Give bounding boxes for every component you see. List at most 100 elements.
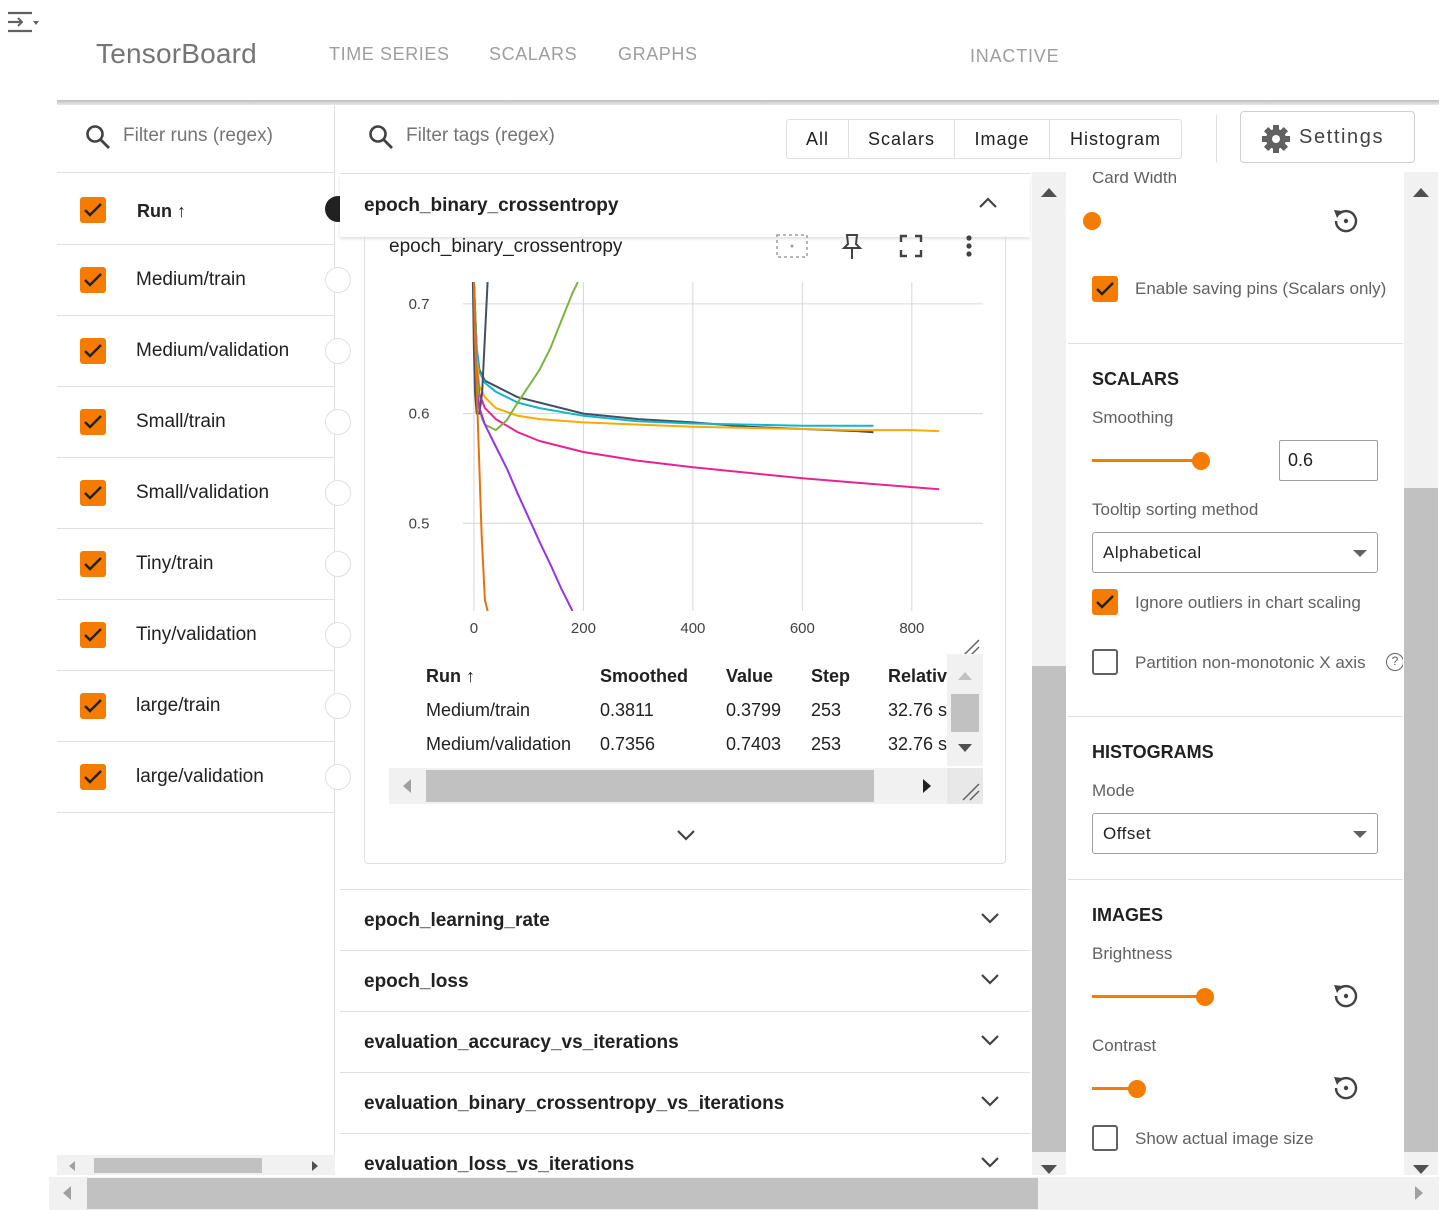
fit-domain-icon[interactable] <box>775 234 809 260</box>
more-vert-icon[interactable] <box>963 234 975 260</box>
group-row[interactable]: evaluation_binary_crossentropy_vs_iterat… <box>340 1072 1030 1133</box>
histogram-mode-value: Offset <box>1103 824 1152 843</box>
brightness-slider-thumb[interactable] <box>1196 988 1214 1006</box>
run-column-header[interactable]: Run ↑ <box>137 201 186 222</box>
select-all-checkbox[interactable] <box>80 197 106 223</box>
fullscreen-icon[interactable] <box>899 234 923 258</box>
runs-horizontal-scrollbar[interactable] <box>57 1155 335 1175</box>
brightness-label: Brightness <box>1092 944 1173 963</box>
tab-graphs[interactable]: GRAPHS <box>618 44 698 65</box>
table-cell: 0.3811 <box>600 700 654 720</box>
table-cell: 32.76 s <box>888 700 948 720</box>
filter-all-button[interactable]: All <box>786 119 849 159</box>
table-header-smoothed: Smoothed <box>600 666 688 686</box>
main-vertical-scrollbar[interactable] <box>1032 172 1066 1175</box>
group-title: epoch_learning_rate <box>364 910 550 931</box>
run-row[interactable]: Tiny/train <box>57 529 351 600</box>
run-checkbox[interactable] <box>80 267 106 293</box>
run-checkbox[interactable] <box>80 551 106 577</box>
tab-scalars[interactable]: SCALARS <box>489 44 577 65</box>
ignore-outliers-checkbox[interactable] <box>1092 589 1118 615</box>
contrast-label: Contrast <box>1092 1036 1157 1055</box>
table-resize-corner[interactable] <box>947 768 983 804</box>
expand-table-chevron-icon[interactable] <box>676 829 696 843</box>
pin-icon[interactable] <box>839 232 865 262</box>
run-row[interactable]: Medium/validation <box>57 316 351 387</box>
group-row[interactable]: epoch_loss <box>340 950 1030 1011</box>
scalar-card: epoch_binary_crossentropy 0 200 400 600 800 0… <box>364 234 1006 864</box>
settings-vertical-scrollbar[interactable] <box>1404 172 1438 1175</box>
filter-histogram-button[interactable]: Histogram <box>1049 119 1182 159</box>
toggle-sidebar-icon[interactable] <box>6 10 40 36</box>
group-row[interactable]: evaluation_accuracy_vs_iterations <box>340 1011 1030 1072</box>
tab-time-series[interactable]: TIME SERIES <box>329 44 450 65</box>
runs-filter-input[interactable] <box>123 125 323 147</box>
settings-button[interactable]: Settings <box>1240 111 1415 163</box>
run-row[interactable]: Medium/train <box>57 245 351 316</box>
run-label: Small/validation <box>136 482 270 503</box>
run-row[interactable]: Small/validation <box>57 458 351 529</box>
run-row[interactable]: large/validation <box>57 742 351 813</box>
card-width-slider[interactable] <box>1083 212 1101 230</box>
tags-filter-input[interactable] <box>406 125 766 147</box>
x-tick-label: 200 <box>571 620 596 637</box>
filter-image-button[interactable]: Image <box>954 119 1050 159</box>
contrast-slider-thumb[interactable] <box>1128 1080 1146 1098</box>
chart-title: epoch_binary_crossentropy <box>389 236 623 257</box>
reset-card-width-icon[interactable] <box>1330 205 1362 237</box>
run-label: Small/train <box>136 411 226 432</box>
chevron-down-icon[interactable] <box>980 1095 1000 1109</box>
chevron-down-icon[interactable] <box>980 973 1000 987</box>
run-checkbox[interactable] <box>80 622 106 648</box>
table-cell: 0.7403 <box>726 734 782 754</box>
card-width-label: Card Width <box>1092 172 1178 187</box>
x-tick-label: 0 <box>470 620 478 637</box>
smoothing-input[interactable] <box>1279 440 1378 481</box>
run-row[interactable]: Small/train <box>57 387 351 458</box>
histogram-mode-select[interactable]: Offset <box>1092 813 1378 854</box>
runs-filter-bar <box>57 105 335 173</box>
table-header-run[interactable]: Run ↑ <box>426 666 475 687</box>
series-line[interactable] <box>472 282 874 434</box>
chevron-down-icon[interactable] <box>980 1156 1000 1170</box>
group-title: evaluation_loss_vs_iterations <box>364 1154 635 1175</box>
filter-scalars-button[interactable]: Scalars <box>848 119 955 159</box>
run-row[interactable]: Tiny/validation <box>57 600 351 671</box>
run-checkbox[interactable] <box>80 409 106 435</box>
run-label: Tiny/train <box>136 553 214 574</box>
group-header-expanded[interactable]: epoch_binary_crossentropy <box>340 175 1030 237</box>
partition-x-axis-checkbox[interactable] <box>1092 649 1118 675</box>
chevron-up-icon[interactable] <box>978 195 998 209</box>
histogram-mode-label: Mode <box>1092 781 1135 800</box>
run-checkbox[interactable] <box>80 693 106 719</box>
actual-image-size-checkbox[interactable] <box>1092 1125 1118 1151</box>
run-row[interactable]: large/train <box>57 671 351 742</box>
brightness-slider-track[interactable] <box>1092 995 1204 998</box>
tooltip-sorting-select[interactable]: Alphabetical <box>1092 532 1378 573</box>
series-line[interactable] <box>472 282 940 491</box>
smoothing-slider-thumb[interactable] <box>1192 452 1210 470</box>
run-checkbox[interactable] <box>80 764 106 790</box>
chevron-down-icon[interactable] <box>980 1034 1000 1048</box>
smoothing-label: Smoothing <box>1092 408 1174 427</box>
page-horizontal-scrollbar[interactable] <box>49 1177 1439 1210</box>
table-horizontal-scrollbar[interactable] <box>389 768 947 804</box>
group-row[interactable]: epoch_learning_rate <box>340 889 1030 950</box>
run-label: large/validation <box>136 766 264 787</box>
run-checkbox[interactable] <box>80 480 106 506</box>
inactive-dropdown[interactable]: INACTIVE <box>970 46 1059 67</box>
help-icon[interactable]: ? <box>1386 653 1403 671</box>
reset-brightness-icon[interactable] <box>1330 980 1362 1012</box>
group-title: epoch_loss <box>364 971 469 992</box>
reset-contrast-icon[interactable] <box>1330 1072 1362 1104</box>
group-title: evaluation_binary_crossentropy_vs_iterat… <box>364 1093 785 1114</box>
enable-pins-label: Enable saving pins (Scalars only) <box>1135 279 1387 298</box>
actual-image-size-label: Show actual image size <box>1135 1129 1314 1148</box>
enable-pins-checkbox[interactable] <box>1092 276 1118 302</box>
smoothing-slider-track[interactable] <box>1092 459 1200 462</box>
chevron-down-icon[interactable] <box>980 912 1000 926</box>
run-checkbox[interactable] <box>80 338 106 364</box>
table-vertical-scrollbar[interactable] <box>947 654 983 766</box>
ignore-outliers-label: Ignore outliers in chart scaling <box>1135 593 1361 612</box>
line-chart[interactable]: 0 200 400 600 800 0.5 0.6 0.7 <box>405 271 1005 646</box>
